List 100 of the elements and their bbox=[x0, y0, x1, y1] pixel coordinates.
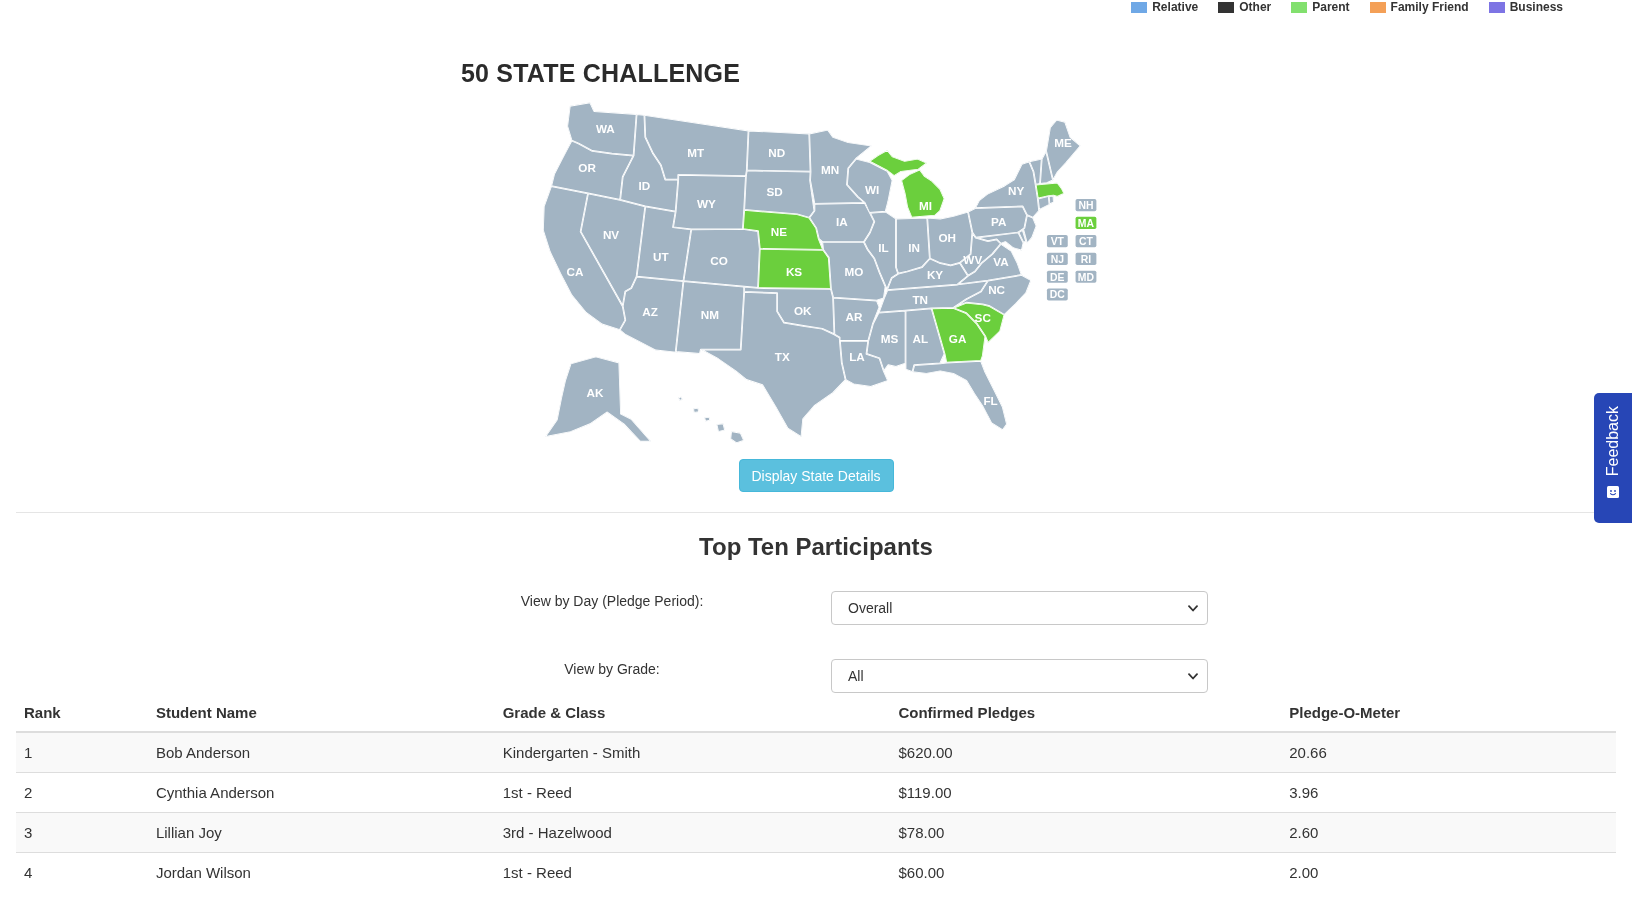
state-label: LA bbox=[849, 350, 865, 363]
state-badge[interactable]: MD bbox=[1075, 270, 1097, 283]
table-cell-text: 1st - Reed bbox=[501, 783, 573, 803]
select-field[interactable]: All bbox=[831, 659, 1208, 693]
state-badge[interactable]: NJ bbox=[1046, 252, 1068, 265]
state-label: NV bbox=[602, 228, 620, 242]
state-shape[interactable] bbox=[636, 206, 692, 282]
state-label: GA bbox=[948, 331, 967, 345]
state-shape[interactable] bbox=[620, 114, 679, 212]
state-label: OR bbox=[578, 160, 596, 174]
state-label: MO bbox=[844, 265, 864, 278]
table-cell-text: Bob Anderson bbox=[154, 743, 252, 763]
state-shape[interactable] bbox=[1037, 196, 1050, 210]
smiley-icon bbox=[1607, 486, 1619, 499]
state-badge[interactable]: NH bbox=[1075, 199, 1097, 212]
state-shape[interactable] bbox=[551, 140, 634, 200]
state-label: AZ bbox=[642, 305, 658, 319]
state-shape[interactable] bbox=[758, 248, 831, 289]
state-badge[interactable]: RI bbox=[1075, 252, 1097, 265]
table-cell-text: $78.00 bbox=[897, 823, 946, 843]
table-cell-text: Jordan Wilson bbox=[154, 863, 252, 883]
column-header: Grade & Class bbox=[501, 702, 607, 723]
state-label: MN bbox=[820, 163, 840, 177]
state-label: VA bbox=[993, 255, 1009, 269]
state-label: WV bbox=[963, 252, 983, 266]
state-shape[interactable] bbox=[905, 308, 945, 373]
state-shape[interactable] bbox=[619, 276, 684, 353]
state-label: ME bbox=[1054, 136, 1072, 150]
state-label: WY bbox=[697, 196, 716, 210]
select-field[interactable]: Overall bbox=[831, 591, 1208, 625]
state-label: SC bbox=[974, 311, 991, 324]
state-shape[interactable] bbox=[863, 211, 899, 289]
state-badge[interactable]: VT bbox=[1046, 235, 1068, 248]
state-label: AL bbox=[912, 331, 929, 345]
section-heading: Top Ten Participants bbox=[698, 533, 934, 561]
state-label: UT bbox=[653, 250, 669, 264]
state-shape[interactable] bbox=[746, 130, 811, 172]
state-shape[interactable] bbox=[544, 356, 652, 442]
state-label: IN bbox=[908, 240, 921, 254]
state-label: MT bbox=[687, 146, 705, 160]
table-cell-text: 2 bbox=[23, 783, 34, 803]
state-shape[interactable] bbox=[742, 209, 824, 250]
state-label: AR bbox=[845, 309, 863, 323]
state-shape[interactable] bbox=[1048, 195, 1054, 205]
filter-label: View by Day (Pledge Period): bbox=[519, 592, 705, 611]
state-label: FL bbox=[983, 394, 998, 408]
table-cell-text: 1st - Reed bbox=[501, 863, 573, 883]
table-cell-text: 2.00 bbox=[1288, 863, 1320, 883]
chevron-down-icon bbox=[1188, 672, 1198, 680]
table-cell-text: $60.00 bbox=[897, 863, 946, 883]
table-cell-text: 4 bbox=[23, 863, 34, 883]
state-badge[interactable]: DE bbox=[1046, 270, 1068, 283]
filter-label: View by Grade: bbox=[563, 660, 661, 679]
table-cell-text: 3 bbox=[23, 823, 34, 843]
chevron-down-icon bbox=[1188, 604, 1198, 612]
state-shape[interactable] bbox=[744, 170, 815, 218]
details-button[interactable]: Display State Details bbox=[738, 459, 894, 492]
state-shape[interactable] bbox=[542, 186, 626, 331]
state-badge[interactable]: MA bbox=[1075, 216, 1097, 229]
column-header: Confirmed Pledges bbox=[897, 702, 1037, 723]
state-shape[interactable] bbox=[683, 229, 760, 288]
state-shape[interactable] bbox=[1040, 150, 1053, 184]
state-label: PA bbox=[991, 215, 1007, 229]
state-shape[interactable] bbox=[567, 102, 637, 156]
state-shape[interactable] bbox=[833, 297, 880, 341]
state-label: IL bbox=[878, 240, 889, 254]
state-label: ID bbox=[638, 179, 651, 193]
state-label: TX bbox=[774, 350, 790, 363]
legend-label: Relative bbox=[1152, 0, 1199, 14]
state-label: CO bbox=[710, 254, 728, 268]
state-shape[interactable] bbox=[912, 360, 1008, 431]
column-header: Rank bbox=[23, 702, 62, 723]
state-label: NC bbox=[988, 282, 1006, 296]
table-cell-text: Lillian Joy bbox=[154, 823, 223, 843]
state-badge[interactable]: CT bbox=[1075, 235, 1097, 248]
state-label: CA bbox=[566, 265, 584, 278]
column-header: Student Name bbox=[154, 702, 258, 723]
state-shape[interactable] bbox=[809, 202, 875, 242]
state-label: OH bbox=[938, 231, 956, 245]
state-shape[interactable] bbox=[673, 174, 746, 230]
state-label: WI bbox=[865, 182, 880, 196]
legend-label: Parent bbox=[1312, 0, 1350, 14]
table-cell-text: $119.00 bbox=[897, 783, 953, 803]
state-label: KS bbox=[785, 265, 803, 278]
state-label: AK bbox=[586, 386, 604, 400]
state-label: NM bbox=[700, 307, 719, 321]
state-badge[interactable]: DC bbox=[1046, 288, 1068, 301]
state-label: NE bbox=[770, 225, 787, 239]
state-label: TN bbox=[912, 292, 929, 306]
feedback-tab[interactable]: Feedback bbox=[1594, 393, 1632, 523]
state-shape[interactable] bbox=[675, 281, 745, 354]
table-cell-text: Cynthia Anderson bbox=[154, 783, 276, 803]
legend-label: Other bbox=[1239, 0, 1272, 14]
legend-label: Business bbox=[1509, 0, 1563, 14]
state-label: OK bbox=[793, 304, 812, 318]
state-label: ND bbox=[768, 146, 786, 160]
state-shape[interactable] bbox=[678, 396, 745, 444]
state-label: KY bbox=[926, 268, 944, 282]
table-cell-text: 1 bbox=[23, 743, 34, 763]
column-header: Pledge-O-Meter bbox=[1288, 702, 1402, 723]
